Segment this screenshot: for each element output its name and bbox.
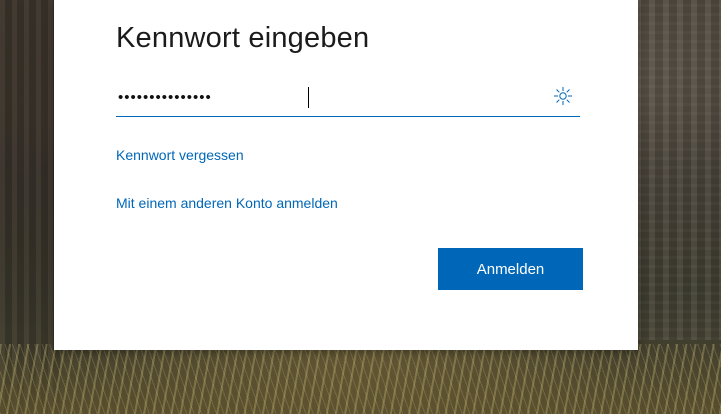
password-input[interactable] [116,82,538,112]
forgot-password-link[interactable]: Kennwort vergessen [116,147,244,163]
other-account-link[interactable]: Mit einem anderen Konto anmelden [116,195,338,211]
text-caret [308,87,309,108]
signin-dialog: Kennwort eingeben Kennwort vergessen [54,0,638,350]
reveal-password-icon[interactable] [552,85,574,107]
background-grass [0,344,721,414]
page-title: Kennwort eingeben [116,22,370,54]
signin-button[interactable]: Anmelden [438,248,583,290]
password-field[interactable] [116,78,580,117]
